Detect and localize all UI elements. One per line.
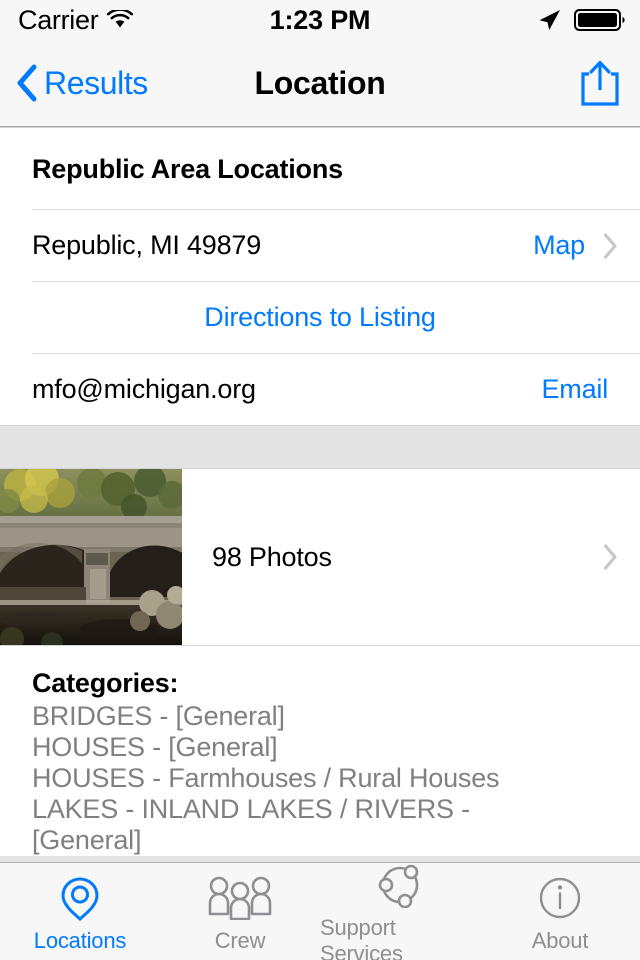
battery-full-icon (574, 9, 625, 31)
categories-heading: Categories: (32, 668, 179, 698)
page-title: Location (254, 64, 386, 101)
tab-crew[interactable]: Crew (160, 863, 320, 960)
map-link[interactable]: Map (533, 230, 585, 261)
people-group-icon (207, 875, 273, 921)
category-item: HOUSES - [General] (32, 732, 278, 762)
share-button[interactable] (578, 40, 622, 126)
category-item: HOUSES - Farmhouses / Rural Houses (32, 763, 500, 793)
tab-support-services[interactable]: Support Services (320, 863, 480, 960)
section-gap (0, 426, 640, 468)
photos-count-label: 98 Photos (212, 541, 332, 572)
app-screen: Carrier 1:23 PM Results Location Republi… (0, 0, 640, 960)
navigation-bar: Results Location (0, 40, 640, 127)
tab-label-locations: Locations (33, 928, 127, 953)
status-bar: Carrier 1:23 PM (0, 0, 640, 40)
address-row[interactable]: Republic, MI 49879 Map (32, 209, 640, 281)
info-circle-icon (537, 875, 583, 921)
location-card: Republic Area Locations Republic, MI 498… (0, 127, 640, 426)
categories-card: Categories: BRIDGES - [General] HOUSES -… (0, 646, 640, 856)
network-nodes-icon (377, 862, 423, 908)
photos-chevron (603, 469, 640, 645)
email-address-text: mfo@michigan.org (32, 374, 256, 404)
tab-label-crew: Crew (214, 928, 266, 953)
category-item: BRIDGES - [General] (32, 701, 285, 731)
stone-arch-bridge-photo (0, 469, 182, 645)
tab-locations[interactable]: Locations (0, 863, 160, 960)
email-link[interactable]: Email (541, 374, 608, 405)
email-row[interactable]: mfo@michigan.org Email (32, 353, 640, 425)
tab-label-about: About (531, 928, 589, 953)
photo-thumbnail[interactable] (0, 469, 182, 645)
status-bar-right (536, 7, 626, 33)
tab-label-support-services: Support Services (320, 915, 403, 960)
tab-bar: Locations Crew Support Services About (0, 862, 640, 960)
directions-row[interactable]: Directions to Listing (32, 281, 640, 353)
scroll-content[interactable]: Republic Area Locations Republic, MI 498… (0, 127, 640, 862)
address-text: Republic, MI 49879 (32, 230, 262, 260)
chevron-right-icon (603, 544, 617, 570)
tab-about[interactable]: About (480, 863, 640, 960)
photos-row[interactable]: 98 Photos (0, 468, 640, 646)
directions-link[interactable]: Directions to Listing (32, 302, 608, 333)
share-icon (581, 60, 619, 106)
category-item: [General] (32, 825, 142, 855)
map-pin-icon (59, 875, 101, 921)
chevron-right-icon (603, 232, 617, 259)
location-arrow-icon (539, 10, 560, 30)
category-item: LAKES - INLAND LAKES / RIVERS - (32, 794, 470, 824)
location-card-title: Republic Area Locations (32, 154, 343, 184)
